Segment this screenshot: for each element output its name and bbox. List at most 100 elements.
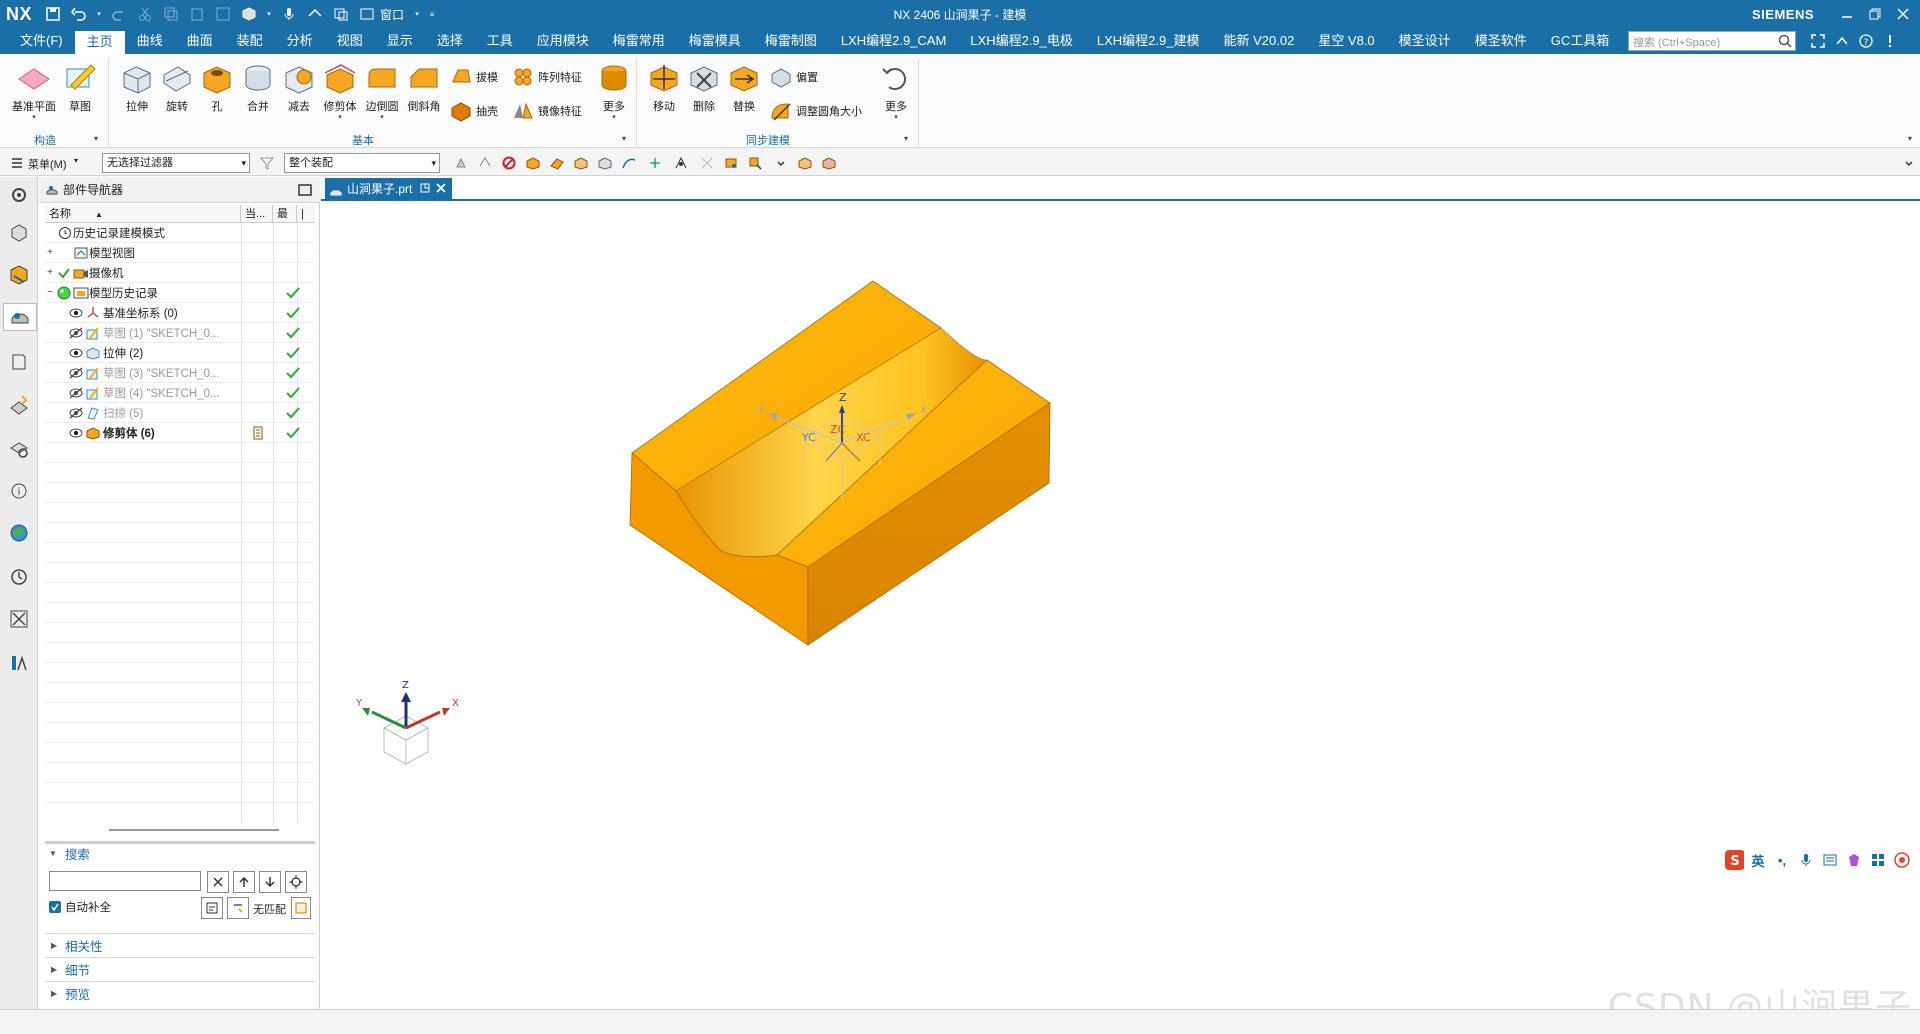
minimize-icon[interactable] bbox=[1836, 4, 1858, 24]
graphics-window[interactable]: Z Y X ZC YC XC Z Y X bbox=[321, 203, 1920, 1009]
collapse-icon[interactable]: − bbox=[45, 287, 55, 298]
close-icon[interactable] bbox=[1892, 4, 1914, 24]
sync-group-expand-icon[interactable]: ▾ bbox=[904, 134, 908, 143]
keyboard-icon[interactable] bbox=[1820, 850, 1840, 870]
tree-row[interactable]: 修剪体 (6) bbox=[45, 423, 315, 443]
selection-filter-select[interactable]: 无选择过滤器 ▾ bbox=[102, 153, 250, 173]
preview-section[interactable]: ▶ 预览 bbox=[45, 981, 315, 1005]
eye-icon[interactable] bbox=[69, 306, 83, 320]
tools-icon[interactable] bbox=[5, 605, 33, 633]
palette-icon[interactable] bbox=[5, 519, 33, 547]
close-tab-icon[interactable] bbox=[436, 178, 446, 200]
maximize-panel-icon[interactable] bbox=[298, 183, 312, 200]
search-section-header[interactable]: ▼ 搜索 bbox=[45, 841, 315, 863]
menu-item-14[interactable]: LXH编程2.9_CAM bbox=[829, 28, 958, 54]
resize-blend-button[interactable]: 调整圆角大小 bbox=[768, 98, 862, 124]
menu-item-13[interactable]: 梅雷制图 bbox=[753, 28, 829, 54]
next-match-icon[interactable] bbox=[259, 871, 281, 893]
expand-icon[interactable]: + bbox=[45, 247, 55, 258]
basic-group-expand-icon[interactable]: ▾ bbox=[622, 134, 626, 143]
column-more[interactable]: | bbox=[297, 205, 315, 223]
menu-item-11[interactable]: 梅雷常用 bbox=[601, 28, 677, 54]
edge-blend-dropdown-icon[interactable]: ▾ bbox=[380, 113, 384, 121]
sogou-logo-icon[interactable]: S bbox=[1724, 850, 1744, 870]
part-cube-icon[interactable] bbox=[239, 4, 259, 24]
undo-dropdown-icon[interactable]: ▾ bbox=[95, 4, 103, 24]
menu-item-20[interactable]: 模圣软件 bbox=[1463, 28, 1539, 54]
expand-icon[interactable]: + bbox=[45, 267, 55, 278]
undo-icon[interactable] bbox=[69, 4, 89, 24]
eye-icon[interactable] bbox=[69, 426, 83, 440]
search-icon[interactable] bbox=[1778, 34, 1792, 51]
tree-row[interactable]: 草图 (3) "SKETCH_0... bbox=[45, 363, 315, 383]
revolve-button[interactable]: 旋转 bbox=[157, 60, 197, 114]
menu-item-0[interactable]: 文件(F) bbox=[8, 28, 75, 54]
view-triad[interactable]: Z Y X bbox=[355, 680, 459, 765]
web-browser-icon[interactable] bbox=[5, 435, 33, 463]
tree-row[interactable]: 草图 (4) "SKETCH_0... bbox=[45, 383, 315, 403]
checkmark-icon[interactable] bbox=[57, 266, 71, 280]
save-icon[interactable] bbox=[43, 4, 63, 24]
help-icon[interactable]: ? bbox=[1856, 31, 1876, 51]
solid-body-filter-icon[interactable] bbox=[524, 154, 542, 172]
edge-blend-button[interactable]: 边倒圆 ▾ bbox=[362, 60, 402, 121]
component-filter-icon[interactable] bbox=[596, 154, 614, 172]
tree-row[interactable]: 基准坐标系 (0) bbox=[45, 303, 315, 323]
highlight-match-icon[interactable] bbox=[291, 897, 311, 919]
constraint-navigator-icon[interactable] bbox=[5, 261, 33, 289]
pattern-feature-button[interactable]: 阵列特征 bbox=[510, 64, 582, 90]
delete-face-button[interactable]: 删除 bbox=[684, 60, 724, 114]
restore-icon[interactable] bbox=[1864, 4, 1886, 24]
point-filter-icon[interactable] bbox=[646, 154, 664, 172]
fullscreen-icon[interactable] bbox=[1808, 31, 1828, 51]
search-filter-icon[interactable] bbox=[201, 897, 223, 919]
search-scope-icon[interactable] bbox=[227, 897, 249, 919]
window-switch-icon[interactable] bbox=[357, 4, 377, 24]
menu-item-9[interactable]: 工具 bbox=[475, 28, 525, 54]
role-icon[interactable] bbox=[5, 649, 33, 677]
ime-language-toggle[interactable]: 英 bbox=[1748, 850, 1768, 870]
inference-point-icon[interactable] bbox=[698, 154, 716, 172]
select-all-icon[interactable] bbox=[452, 154, 470, 172]
selbar-overflow-icon[interactable] bbox=[1900, 154, 1918, 172]
cut-icon[interactable] bbox=[135, 4, 155, 24]
construct-group-expand-icon[interactable]: ▾ bbox=[94, 134, 98, 143]
surface-point-icon[interactable] bbox=[722, 154, 740, 172]
snap-point-icon[interactable] bbox=[672, 154, 690, 172]
datum-plane-dropdown-icon[interactable]: ▾ bbox=[32, 113, 36, 121]
subtract-button[interactable]: 减去 bbox=[279, 60, 319, 114]
skin-icon[interactable] bbox=[1844, 850, 1864, 870]
extrude-button[interactable]: 拉伸 bbox=[117, 60, 157, 114]
copy-icon[interactable] bbox=[161, 4, 181, 24]
move-face-button[interactable]: 移动 bbox=[644, 60, 684, 114]
part-model[interactable] bbox=[629, 280, 1051, 646]
menu-item-1[interactable]: 主页 bbox=[74, 28, 125, 54]
offset-region-button[interactable]: 偏置 bbox=[768, 64, 818, 90]
basic-more-dropdown-icon[interactable]: ▾ bbox=[612, 113, 616, 121]
column-latest[interactable]: 最 bbox=[273, 205, 297, 223]
sync-more-button[interactable]: 更多 ▾ bbox=[876, 60, 916, 121]
menu-item-19[interactable]: 模圣设计 bbox=[1387, 28, 1463, 54]
document-tab[interactable]: 山涧果子.prt bbox=[325, 178, 453, 200]
menu-item-10[interactable]: 应用模块 bbox=[525, 28, 601, 54]
history-clock-icon[interactable] bbox=[5, 563, 33, 591]
menu-item-15[interactable]: LXH编程2.9_电极 bbox=[958, 28, 1085, 54]
paste-icon[interactable] bbox=[187, 4, 207, 24]
part-navigator-icon[interactable] bbox=[3, 303, 37, 331]
command-search-input[interactable]: 搜索 (Ctrl+Space) bbox=[1628, 31, 1796, 51]
collapse-ribbon-icon[interactable] bbox=[1832, 31, 1852, 51]
show-hide-icon[interactable] bbox=[796, 154, 814, 172]
navigator-search-input[interactable] bbox=[49, 871, 201, 891]
eye-hidden-icon[interactable] bbox=[69, 386, 83, 400]
tree-row[interactable]: 草图 (1) "SKETCH_0... bbox=[45, 323, 315, 343]
horizontal-scrollbar[interactable] bbox=[109, 829, 279, 831]
menu-item-12[interactable]: 梅雷模具 bbox=[677, 28, 753, 54]
menu-item-17[interactable]: 能新 V20.02 bbox=[1211, 28, 1306, 54]
part-dropdown-icon[interactable]: ▾ bbox=[265, 4, 273, 24]
menu-item-2[interactable]: 曲线 bbox=[125, 28, 175, 54]
touch-mode-icon[interactable] bbox=[305, 4, 325, 24]
redo-icon[interactable] bbox=[109, 4, 129, 24]
curve-filter-icon[interactable] bbox=[620, 154, 638, 172]
menu-button[interactable]: 菜单(M) bbox=[28, 156, 67, 172]
window-menu-label[interactable]: 窗口 bbox=[380, 6, 404, 23]
